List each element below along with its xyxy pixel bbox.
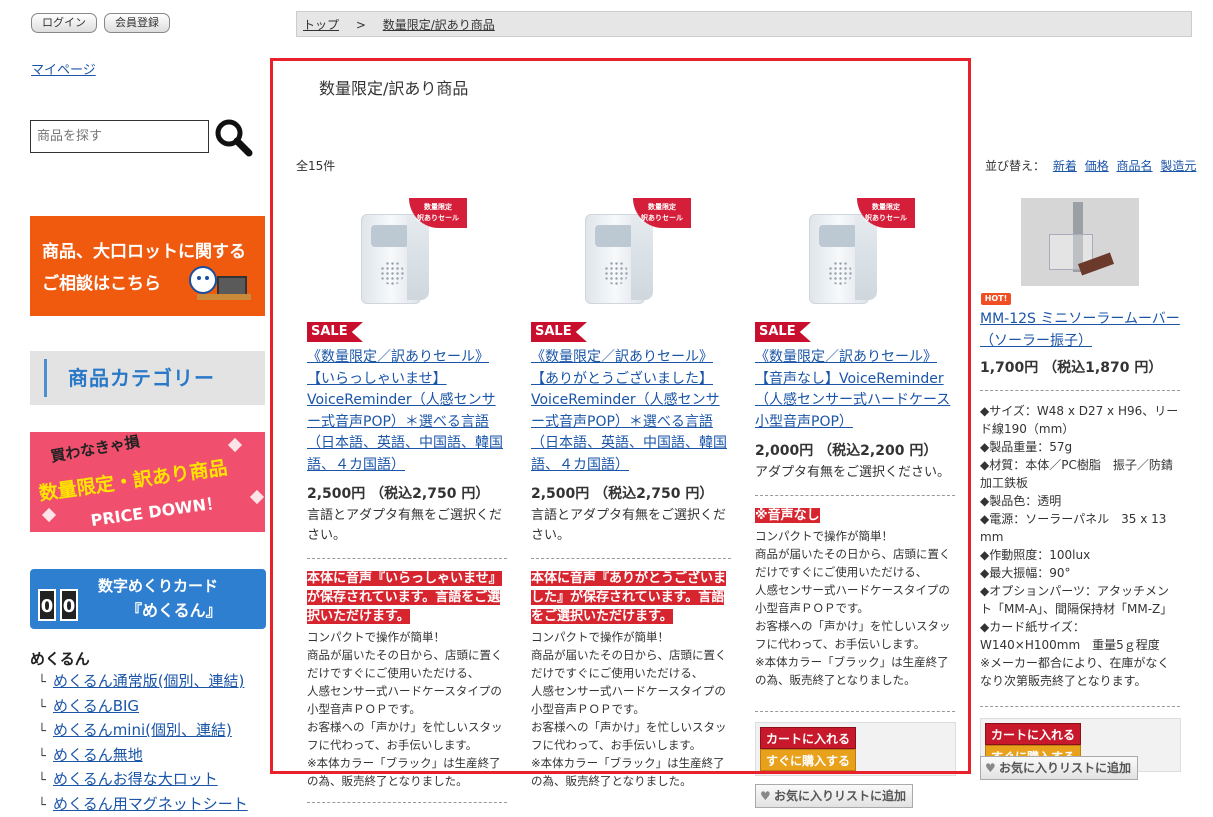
mekurun-link-bulk[interactable]: めくるんお得な大ロット [53, 770, 218, 788]
divider [980, 390, 1180, 391]
sort-label: 並び替え： [985, 159, 1045, 173]
mekurun-banner[interactable]: 0 0 数字めくりカード 『めくるん』 [30, 569, 266, 629]
mekurun-digit-1: 0 [38, 589, 56, 621]
sale-banner[interactable]: 買わなきゃ損 数量限定・訳あり商品 PRICE DOWN！ [30, 432, 265, 532]
mekurun-link-magnet[interactable]: めくるん用マグネットシート [53, 795, 248, 813]
divider [307, 802, 507, 803]
login-button[interactable]: ログイン [31, 13, 97, 33]
list-item: └めくるんお得な大ロット [38, 768, 248, 793]
spec-list: ◆サイズ：W48 x D27 x H96、リード線190（mm） ◆製品重量：5… [980, 402, 1180, 690]
mekurun-link-standard[interactable]: めくるん通常版(個別、連結) [53, 672, 244, 690]
sort-maker[interactable]: 製造元 [1160, 159, 1196, 173]
product-image[interactable] [1021, 198, 1139, 286]
mypage-link[interactable]: マイページ [31, 59, 96, 78]
mascot-icon [187, 262, 251, 302]
heart-icon: ♥ [760, 785, 774, 807]
sale-banner-line1: 買わなきゃ損 [49, 432, 141, 467]
add-to-cart-button[interactable]: カートに入れる [985, 723, 1081, 745]
search-input[interactable] [30, 120, 209, 153]
consult-banner[interactable]: 商品、大口ロットに関する ご相談はこちら [30, 216, 265, 316]
add-favorite-button[interactable]: ♥お気に入りリストに追加 [755, 784, 913, 808]
mekurun-link-plain[interactable]: めくるん無地 [53, 746, 143, 764]
list-item: └めくるんmini(個別、連結) [38, 719, 248, 744]
breadcrumb-home[interactable]: トップ [303, 18, 339, 32]
list-item: └めくるんBIG [38, 695, 248, 720]
spec-item: ◆最大振幅：90° [980, 564, 1180, 582]
product-price: 1,700円 （税込1,870 円） [980, 357, 1162, 377]
spec-item: ◆作動照度：100lux [980, 546, 1180, 564]
sort-new[interactable]: 新着 [1053, 159, 1077, 173]
spec-item: ◆材質：本体／PC樹脂 振子／防錆加工鉄板 [980, 456, 1180, 492]
sort-name[interactable]: 商品名 [1117, 159, 1153, 173]
list-item: └めくるん用マグネットシート [38, 793, 248, 817]
sort-bar: 並び替え： 新着 価格 商品名 製造元 [985, 157, 1196, 174]
mekurun-link-mini[interactable]: めくるんmini(個別、連結) [53, 721, 232, 739]
category-banner-label: 商品カテゴリー [68, 366, 215, 390]
mekurun-digit-2: 0 [60, 589, 78, 621]
spec-item: ◆カード紙サイズ：W140×H100mm 重量5ｇ程度 [980, 618, 1180, 654]
divider [980, 706, 1180, 707]
mekurun-heading: めくるん [30, 648, 90, 669]
mekurun-link-list: └めくるん通常版(個別、連結) └めくるんBIG └めくるんmini(個別、連結… [38, 670, 248, 817]
spec-item: ※メーカー都合により、在庫がなくなり次第販売終了となります。 [980, 654, 1180, 690]
mekurun-banner-line2: 『めくるん』 [126, 597, 222, 621]
spec-item: ◆電源：ソーラーパネル 35 x 13 mm [980, 510, 1180, 546]
list-item: └めくるん通常版(個別、連結) [38, 670, 248, 695]
add-favorite-button[interactable]: ♥お気に入りリストに追加 [980, 756, 1138, 780]
spec-item: ◆オプションパーツ：アタッチメント「MM-A」、間隔保持材「MM-Z」 [980, 582, 1180, 618]
highlight-frame [270, 58, 971, 774]
mekurun-link-big[interactable]: めくるんBIG [53, 697, 139, 715]
list-item: └めくるん無地 [38, 744, 248, 769]
breadcrumb: トップ > 数量限定/訳あり商品 [296, 11, 1192, 37]
product-name-link[interactable]: MM-12S ミニソーラームーバー（ソーラー振子） [980, 309, 1180, 352]
add-favorite-label: お気に入りリストに追加 [774, 789, 906, 803]
add-favorite-label: お気に入りリストに追加 [999, 761, 1131, 775]
spec-item: ◆製品重量：57g [980, 438, 1180, 456]
hot-badge: HOT! [981, 293, 1011, 305]
mekurun-banner-line1: 数字めくりカード [98, 575, 218, 596]
spec-item: ◆製品色：透明 [980, 492, 1180, 510]
sort-price[interactable]: 価格 [1085, 159, 1109, 173]
search-icon[interactable] [213, 117, 253, 157]
breadcrumb-separator: > [356, 18, 366, 32]
register-button[interactable]: 会員登録 [104, 13, 170, 33]
breadcrumb-current[interactable]: 数量限定/訳あり商品 [383, 18, 495, 32]
category-banner[interactable]: 商品カテゴリー [30, 351, 265, 405]
spec-item: ◆サイズ：W48 x D27 x H96、リード線190（mm） [980, 402, 1180, 438]
heart-icon: ♥ [985, 757, 999, 779]
